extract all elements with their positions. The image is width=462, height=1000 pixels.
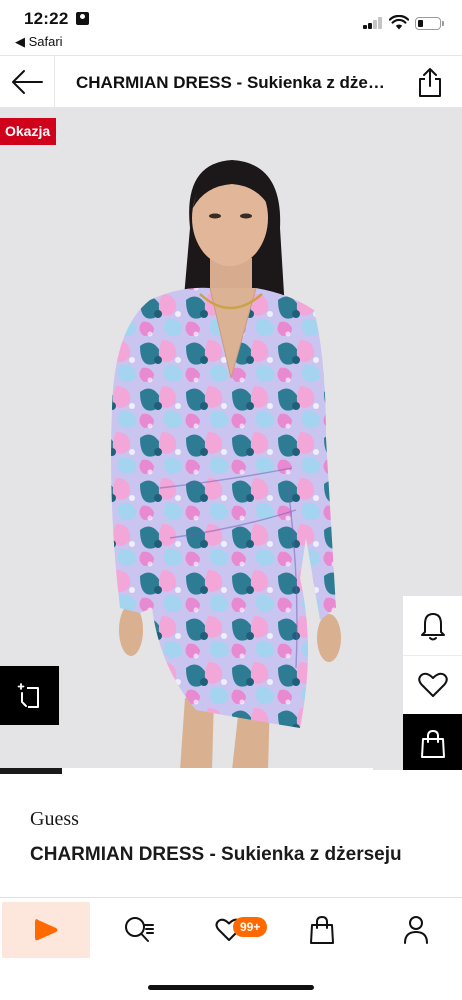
image-progress-fill xyxy=(0,768,62,774)
cellular-signal-icon xyxy=(363,17,383,29)
nav-divider xyxy=(54,56,55,108)
arrow-left-icon[interactable] xyxy=(10,68,44,96)
home-icon xyxy=(35,919,58,941)
top-navigation-bar: CHARMIAN DRESS - Sukienka z dżerseju xyxy=(0,55,462,108)
add-to-bag-button[interactable] xyxy=(403,714,462,770)
product-brand[interactable]: Guess xyxy=(30,808,79,831)
product-photo xyxy=(111,160,341,770)
battery-icon xyxy=(415,17,444,30)
wifi-icon xyxy=(389,15,409,30)
compare-button[interactable] xyxy=(0,666,59,725)
status-bar: 12:22 ◀ Safari xyxy=(0,0,462,54)
heart-icon xyxy=(417,672,448,697)
wishlist-button[interactable] xyxy=(403,655,462,714)
product-name: CHARMIAN DRESS - Sukienka z dżerseju xyxy=(30,844,402,865)
image-progress-track xyxy=(0,768,373,774)
deal-badge: Okazja xyxy=(0,118,57,145)
tab-home[interactable] xyxy=(2,902,90,958)
share-icon[interactable] xyxy=(416,66,444,98)
notify-button[interactable] xyxy=(403,596,462,655)
back-to-safari-link[interactable]: ◀ Safari xyxy=(15,34,63,50)
clock: 12:22 xyxy=(24,9,69,28)
tab-account[interactable] xyxy=(372,902,460,958)
search-icon xyxy=(125,917,154,942)
id-card-icon xyxy=(76,12,89,25)
tab-bag[interactable] xyxy=(278,902,366,958)
shopping-bag-icon xyxy=(310,915,334,944)
home-indicator xyxy=(148,985,314,990)
compare-icon xyxy=(17,682,39,708)
wishlist-count-badge: 99+ xyxy=(233,917,268,937)
tab-wishlist[interactable]: 99+ xyxy=(183,902,271,958)
page-title: CHARMIAN DRESS - Sukienka z dżerseju xyxy=(76,73,390,92)
bell-icon xyxy=(420,612,445,640)
bottom-tab-bar: 99+ xyxy=(0,897,462,1000)
shopping-bag-icon xyxy=(420,729,445,758)
product-image-gallery[interactable]: Okazja xyxy=(0,108,462,770)
account-icon xyxy=(404,916,428,944)
tab-search[interactable] xyxy=(95,902,183,958)
